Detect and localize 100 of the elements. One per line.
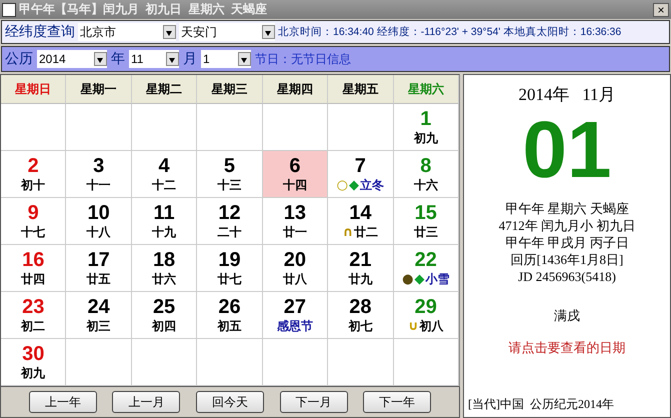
day-cell[interactable]: 12 二十	[197, 198, 263, 245]
day-number: 4	[158, 154, 170, 176]
day-cell[interactable]: 16 廿四	[1, 245, 66, 292]
day-number: 16	[22, 248, 44, 270]
empty-day-cell	[132, 104, 198, 151]
day-cell[interactable]: 25 初四	[132, 292, 198, 339]
day-dropdown[interactable]: 1	[201, 50, 251, 68]
day-number: 28	[349, 296, 372, 318]
date-detail: 甲午年 星期六 天蝎座	[505, 200, 629, 217]
day-cell[interactable]: 21 廿九	[328, 245, 394, 292]
day-number: 30	[22, 342, 44, 364]
day-number: 20	[284, 248, 306, 270]
day-cell[interactable]: 19 廿七	[197, 245, 263, 292]
day-cell[interactable]: 23 初二	[1, 292, 66, 339]
weekday-header: 星期三	[197, 75, 263, 104]
day-number: 17	[88, 248, 110, 270]
lunar-date: 廿七	[217, 270, 242, 288]
marker-icon: ◆	[349, 178, 360, 192]
day-cell[interactable]: 6 十四	[262, 151, 328, 198]
day-cell[interactable]: 7 ○◆立冬	[328, 151, 394, 198]
day-cell[interactable]: 26 初五	[197, 292, 263, 339]
empty-day-cell	[328, 339, 394, 386]
lunar-date: 十三	[217, 176, 242, 194]
day-number: 21	[349, 248, 372, 270]
lunar-date: 十一	[86, 176, 111, 194]
day-number: 11	[153, 202, 175, 224]
month-dropdown[interactable]: 11	[129, 50, 179, 68]
duty-text: 满戌	[554, 307, 580, 325]
day-number: 24	[88, 296, 110, 318]
lunar-date: 十九	[152, 224, 176, 240]
day-cell[interactable]: 9 十七	[1, 198, 66, 245]
day-number: 22	[414, 248, 437, 270]
year-dropdown[interactable]: 2014	[37, 50, 107, 68]
empty-day-cell	[197, 339, 263, 386]
day-cell[interactable]: 30 初九	[1, 339, 66, 386]
location-label: 经纬度查询	[5, 23, 75, 41]
date-detail: 回历[1436年1月8日]	[510, 251, 624, 268]
city-dropdown[interactable]: 北京市	[78, 23, 176, 41]
date-detail: 4712年 闰九月小 初九日	[498, 217, 636, 234]
nav-button[interactable]: 下一月	[280, 391, 348, 413]
empty-day-cell	[197, 104, 263, 151]
day-number: 19	[218, 248, 241, 270]
lunar-date: 廿三	[414, 224, 438, 240]
marker-icon: ∩	[342, 224, 354, 240]
day-cell[interactable]: 1 初九	[394, 104, 459, 151]
day-cell[interactable]: 3 十一	[66, 151, 132, 198]
day-number: 9	[28, 202, 39, 224]
place-dropdown[interactable]: 天安门	[179, 23, 275, 41]
day-cell[interactable]: 28 初七	[328, 292, 394, 339]
day-number: 26	[218, 296, 241, 318]
day-cell[interactable]: 13 廿一	[262, 198, 328, 245]
day-cell[interactable]: 27 感恩节	[262, 292, 328, 339]
day-cell[interactable]: 20 廿八	[262, 245, 328, 292]
weekday-header: 星期二	[132, 75, 198, 104]
day-cell[interactable]: 4 十二	[132, 151, 198, 198]
weekday-header: 星期四	[262, 75, 328, 104]
day-cell[interactable]: 14 ∩廿二	[328, 198, 394, 245]
lunar-date: 感恩节	[276, 318, 313, 334]
day-cell[interactable]: 18 廿六	[132, 245, 198, 292]
day-number: 7	[354, 154, 366, 176]
nav-button[interactable]: 下一年	[363, 391, 432, 413]
day-number: 18	[152, 248, 176, 270]
day-cell[interactable]: 29 ∪初八	[394, 292, 459, 339]
day-number: 5	[224, 154, 236, 176]
day-cell[interactable]: 24 初三	[66, 292, 132, 339]
date-detail: 甲午年 甲戌月 丙子日	[505, 234, 629, 251]
weekday-header: 星期五	[328, 75, 394, 104]
empty-day-cell	[132, 339, 198, 386]
day-number: 13	[284, 202, 306, 224]
lunar-date: 廿九	[348, 270, 372, 288]
time-info: 北京时间：16:34:40 经纬度：-116°23' + 39°54' 本地真太阳时：16:36:36	[278, 25, 622, 39]
lunar-date: 初三	[86, 318, 111, 334]
year-month: 2014年 11月	[518, 84, 616, 106]
day-cell[interactable]: 10 十八	[66, 198, 132, 245]
weekday-header: 星期日	[1, 75, 66, 104]
lunar-date: 十四	[282, 176, 307, 194]
lunar-date: 十八	[86, 224, 111, 240]
lunar-date: 廿六	[152, 270, 176, 288]
lunar-date: 初十	[21, 176, 46, 194]
day-number: 2	[28, 154, 39, 176]
day-cell[interactable]: 17 廿五	[66, 245, 132, 292]
nav-button[interactable]: 上一月	[112, 391, 180, 413]
nav-button[interactable]: 回今天	[196, 391, 264, 413]
day-number: 29	[414, 296, 437, 318]
lunar-date: 初九	[414, 130, 438, 146]
day-cell[interactable]: 22 ●◆小雪	[394, 245, 459, 292]
nav-button[interactable]: 上一年	[28, 391, 97, 413]
hint-text: 请点击要查看的日期	[508, 339, 626, 357]
day-cell[interactable]: 8 十六	[394, 151, 459, 198]
year-unit: 年	[111, 50, 125, 68]
day-cell[interactable]: 11 十九	[132, 198, 198, 245]
day-number: 8	[420, 154, 432, 176]
lunar-date: 十七	[21, 224, 46, 240]
day-cell[interactable]: 15 廿三	[394, 198, 459, 245]
day-number: 10	[88, 202, 110, 224]
lunar-date: 立冬	[360, 176, 384, 194]
marker-icon: ○	[336, 178, 348, 192]
day-number: 15	[414, 202, 437, 224]
day-cell[interactable]: 2 初十	[1, 151, 66, 198]
close-button[interactable]: ×	[653, 2, 669, 16]
